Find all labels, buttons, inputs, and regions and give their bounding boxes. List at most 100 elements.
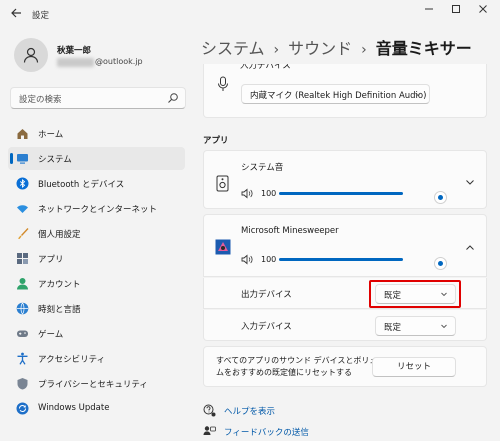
chevron-up-icon[interactable] — [464, 242, 476, 254]
sidebar-item-system[interactable]: システム — [8, 147, 185, 170]
input-device-card: 入力デバイス 内蔵マイク (Realtek High Definition Au… — [203, 64, 487, 118]
input-device-value: 既定 — [384, 323, 402, 333]
sidebar-item-windows-update[interactable]: Windows Update — [8, 397, 185, 420]
system-sounds-volume: 100 — [241, 188, 447, 204]
chevron-right-icon: › — [361, 42, 367, 58]
slider-thumb[interactable] — [434, 191, 447, 204]
volume-slider[interactable] — [279, 257, 447, 270]
feedback-icon — [203, 426, 216, 435]
update-icon — [16, 402, 29, 415]
feedback-link-label[interactable]: フィードバックの送信 — [224, 426, 309, 438]
back-button[interactable] — [8, 7, 24, 21]
sidebar-item-label: ゲーム — [38, 330, 64, 340]
breadcrumb-system[interactable]: システム — [201, 39, 265, 58]
volume-icon[interactable] — [241, 254, 253, 265]
app-name-system-sounds: システム音 — [241, 163, 284, 173]
minimize-icon — [425, 8, 433, 10]
chevron-down-icon[interactable] — [464, 176, 476, 188]
user-email: @outlook.jp — [95, 57, 143, 66]
sidebar-item-label: Windows Update — [38, 403, 110, 413]
close-icon — [479, 5, 487, 13]
user-icon — [23, 47, 39, 63]
help-icon — [203, 404, 216, 417]
sidebar-item-personalization[interactable]: 個人用設定 — [8, 222, 185, 245]
sidebar-item-accounts[interactable]: アカウント — [8, 272, 185, 295]
sidebar-item-bluetooth[interactable]: Bluetooth とデバイス — [8, 172, 185, 195]
back-arrow-icon — [11, 8, 21, 18]
sidebar-item-label: アカウント — [38, 280, 81, 290]
brush-icon — [18, 228, 29, 239]
sidebar-item-apps[interactable]: アプリ — [8, 247, 185, 270]
input-device-label: 入力デバイス — [241, 322, 292, 332]
chevron-down-icon — [441, 324, 447, 329]
account-icon — [17, 278, 28, 290]
slider-thumb[interactable] — [434, 257, 447, 270]
input-device-value: 内蔵マイク (Realtek High Definition Audio) — [250, 91, 427, 101]
sidebar-item-label: システム — [38, 155, 72, 165]
minimize-button[interactable] — [418, 4, 440, 20]
close-button[interactable] — [472, 4, 494, 20]
output-device-label: 出力デバイス — [241, 290, 292, 300]
minesweeper-app-icon — [215, 239, 231, 255]
globe-icon — [16, 302, 29, 315]
breadcrumb: システム › サウンド › 音量ミキサー — [201, 35, 472, 59]
volume-icon[interactable] — [241, 188, 253, 199]
sidebar-item-label: ネットワークとインターネット — [38, 205, 158, 215]
input-device-label: 入力デバイス — [240, 64, 291, 71]
window-title: 設定 — [32, 11, 50, 21]
app-input-device-select[interactable]: 既定 — [375, 316, 456, 336]
volume-value: 100 — [261, 189, 277, 198]
search-placeholder: 設定の検索 — [19, 95, 62, 105]
sidebar-item-label: アプリ — [38, 255, 64, 265]
search-icon — [168, 93, 178, 103]
input-device-select[interactable]: 内蔵マイク (Realtek High Definition Audio) — [241, 84, 430, 104]
breadcrumb-sound[interactable]: サウンド — [288, 39, 352, 58]
email-redacted — [57, 58, 94, 67]
input-device-row: 入力デバイス 既定 — [203, 310, 487, 341]
sidebar-item-label: ホーム — [38, 130, 64, 140]
sidebar-item-network[interactable]: ネットワークとインターネット — [8, 197, 185, 220]
user-name: 秋葉一郎 — [57, 46, 92, 56]
sidebar-item-accessibility[interactable]: アクセシビリティ — [8, 347, 185, 370]
apps-icon — [17, 253, 28, 264]
sidebar-item-home[interactable]: ホーム — [8, 122, 185, 145]
home-icon — [17, 129, 28, 139]
sidebar-item-label: アクセシビリティ — [38, 355, 106, 365]
minesweeper-card[interactable]: Microsoft Minesweeper 100 — [203, 214, 487, 277]
highlight-box — [369, 280, 461, 308]
help-link-label[interactable]: ヘルプを表示 — [224, 405, 275, 417]
search-input[interactable]: 設定の検索 — [10, 87, 186, 109]
speaker-device-icon — [216, 175, 229, 192]
sidebar-item-time-language[interactable]: 時刻と言語 — [8, 297, 185, 320]
sidebar-item-label: プライバシーとセキュリティ — [38, 380, 148, 390]
sidebar-item-label: 個人用設定 — [38, 230, 81, 240]
shield-icon — [17, 378, 28, 390]
title-bar: 設定 — [0, 0, 500, 28]
chevron-right-icon: › — [273, 42, 280, 58]
page-title: 音量ミキサー — [375, 39, 472, 58]
system-sounds-card[interactable]: システム音 100 — [203, 150, 487, 209]
sidebar-item-gaming[interactable]: ゲーム — [8, 322, 185, 345]
sidebar-item-label: 時刻と言語 — [38, 305, 81, 315]
volume-value: 100 — [261, 255, 277, 264]
reset-card: すべてのアプリのサウンド デバイスとボリュームをおすすめの既定値にリセットする … — [203, 346, 487, 387]
avatar[interactable] — [14, 38, 48, 72]
active-indicator — [10, 153, 13, 164]
wifi-icon — [17, 205, 28, 213]
maximize-icon — [452, 5, 460, 13]
app-name-minesweeper: Microsoft Minesweeper — [241, 226, 339, 236]
maximize-button[interactable] — [445, 4, 467, 20]
apps-section-label: アプリ — [203, 136, 229, 146]
volume-slider[interactable] — [279, 191, 447, 204]
microphone-icon — [218, 76, 228, 91]
reset-button[interactable]: リセット — [372, 357, 456, 377]
sidebar-item-privacy[interactable]: プライバシーとセキュリティ — [8, 372, 185, 395]
reset-description: すべてのアプリのサウンド デバイスとボリュームをおすすめの既定値にリセットする — [216, 356, 386, 377]
accessibility-icon — [17, 352, 28, 365]
minesweeper-volume: 100 — [241, 254, 447, 270]
system-icon — [17, 154, 28, 164]
gamepad-icon — [17, 330, 28, 337]
bluetooth-icon — [16, 177, 29, 190]
chevron-down-icon — [415, 92, 421, 97]
sidebar-item-label: Bluetooth とデバイス — [38, 180, 125, 190]
